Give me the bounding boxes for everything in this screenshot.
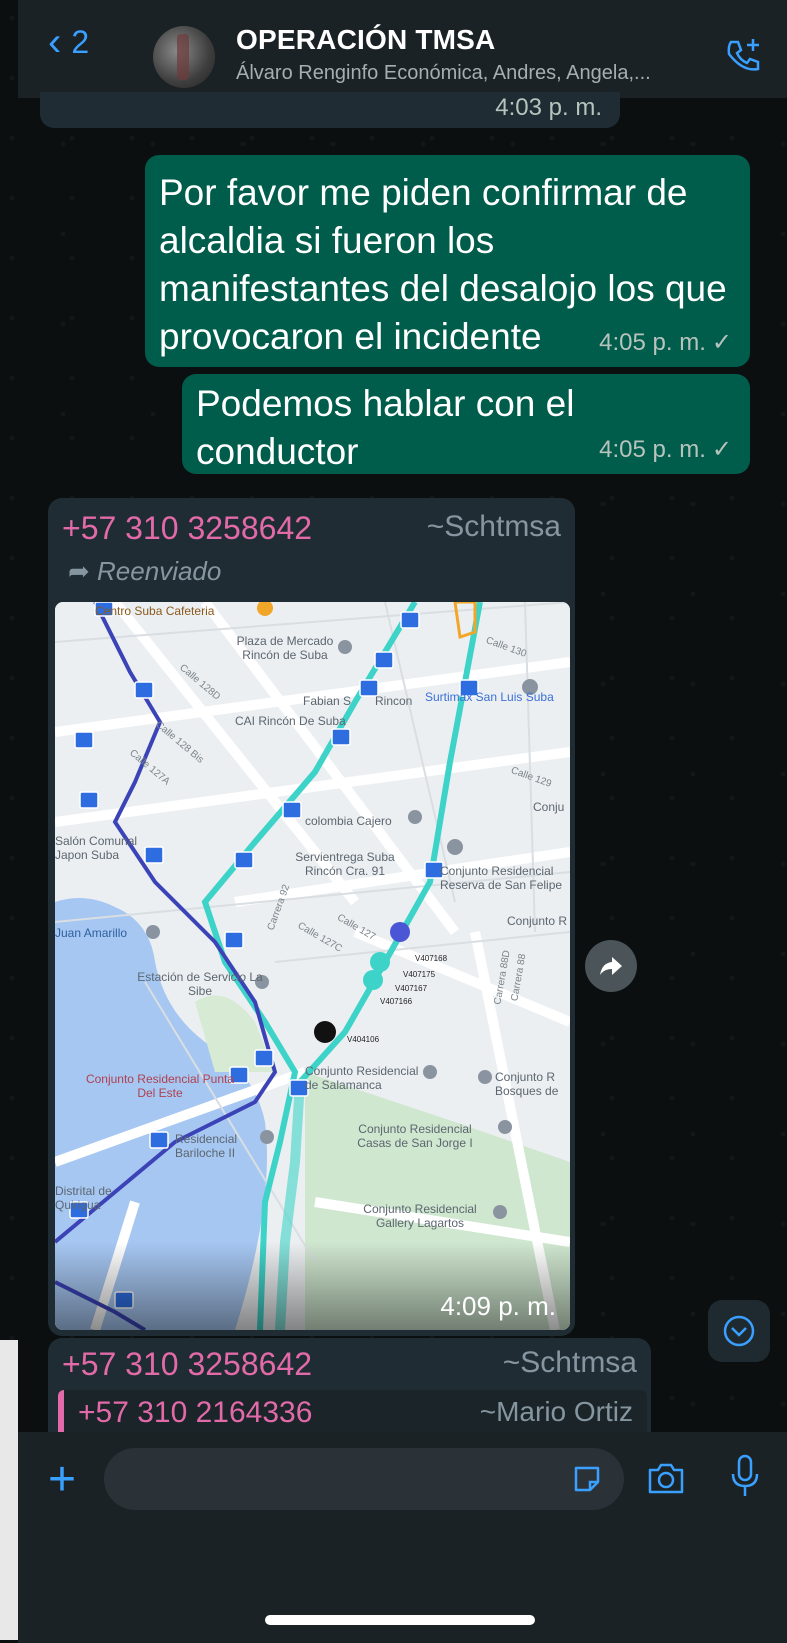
message-time: 4:03 p. m.: [495, 94, 602, 121]
quoted-alias: ~Mario Ortiz: [479, 1396, 633, 1427]
forwarded-text: Reenviado: [97, 556, 222, 586]
sender-phone[interactable]: +57 310 3258642: [62, 510, 312, 547]
map-label: Conju: [533, 800, 565, 814]
camera-icon[interactable]: [646, 1460, 686, 1496]
quoted-message[interactable]: +57 310 2164336 ~Mario Ortiz: [58, 1390, 647, 1434]
map-labels: Centro Suba Cafeteria Plaza de Mercado R…: [55, 602, 570, 1330]
scroll-to-bottom-button[interactable]: [708, 1300, 770, 1362]
message-bubble-outgoing[interactable]: Por favor me piden confirmar de alcaldia…: [145, 155, 750, 367]
street-label: Calle 128 Bis: [153, 719, 206, 766]
street-label: Carrera 88: [509, 953, 529, 1002]
map-label: Conjunto Residencial Casas de San Jorge …: [357, 1122, 473, 1150]
street-label: Calle 127: [335, 912, 378, 943]
message-bubble-outgoing[interactable]: Podemos hablar con el conductor 4:05 p. …: [182, 374, 750, 474]
map-label: Conjunto Residencial Reserva de San Feli…: [440, 864, 563, 892]
message-time: 4:09 p. m.: [440, 1291, 556, 1321]
map-label: Estación de Servicio La Sibe: [137, 970, 263, 998]
chat-header: ‹ 2 OPERACIÓN TMSA Álvaro Renginfo Econó…: [18, 0, 787, 98]
map-label: Centro Suba Cafeteria: [95, 604, 215, 618]
map-label: Conjunto R: [507, 914, 568, 928]
vehicle-id: V407168: [415, 954, 448, 963]
back-button[interactable]: ‹ 2: [48, 22, 89, 62]
message-time: 4:05 p. m. ✓: [599, 435, 732, 464]
street-label: Calle 127A: [127, 747, 172, 788]
sent-check-icon: ✓: [711, 436, 732, 463]
map-label: Rincon: [375, 694, 413, 708]
attach-plus-icon[interactable]: +: [48, 1452, 76, 1507]
map-label: Conjunto Residencial Punta Del Este: [85, 1072, 235, 1100]
group-avatar[interactable]: [153, 26, 215, 88]
map-label: Plaza de Mercado Rincón de Suba: [236, 634, 334, 662]
quoted-sender: +57 310 2164336: [78, 1396, 313, 1429]
map-label: Servientrega Suba Rincón Cra. 91: [295, 850, 395, 878]
unread-count: 2: [71, 23, 90, 60]
sender-alias: ~Schtmsa: [502, 1346, 637, 1379]
map-label: colombia Cajero: [305, 814, 392, 828]
add-call-icon[interactable]: [723, 36, 763, 76]
background-strip: [0, 1340, 18, 1640]
map-label: Surtimax San Luis Suba: [425, 690, 554, 704]
group-members: Álvaro Renginfo Económica, Andres, Angel…: [236, 62, 651, 84]
microphone-icon[interactable]: [730, 1454, 760, 1498]
map-image[interactable]: Centro Suba Cafeteria Plaza de Mercado R…: [55, 602, 570, 1330]
map-label: Residencial Bariloche II: [175, 1132, 238, 1160]
map-label: Fabian S: [303, 694, 352, 708]
vehicle-id: V407175: [403, 970, 436, 979]
street-label: Calle 129: [509, 765, 553, 790]
sender-alias: ~Schtmsa: [426, 510, 561, 543]
message-time: 4:05 p. m. ✓: [599, 328, 732, 357]
map-label: Conjunto Residencial Gallery Lagartos: [363, 1202, 477, 1230]
vehicle-id: V407167: [395, 984, 428, 993]
map-label: Salón Comunal Japon Suba: [55, 834, 138, 862]
forward-arrow-icon: ➦: [68, 556, 90, 586]
home-indicator: [265, 1615, 535, 1625]
forwarded-label: ➦ Reenviado: [68, 556, 221, 587]
vehicle-id: V404106: [347, 1035, 380, 1044]
map-label: Conjunto Residencial de Salamanca: [305, 1064, 419, 1092]
map-label: Distrital de Quirigua: [55, 1184, 112, 1212]
message-composer: +: [18, 1432, 787, 1643]
message-time-text: 4:05 p. m.: [599, 329, 706, 356]
sticker-icon[interactable]: [570, 1462, 604, 1496]
forward-button[interactable]: [585, 940, 637, 992]
group-info[interactable]: OPERACIÓN TMSA Álvaro Renginfo Económica…: [236, 24, 651, 85]
vehicle-id: V407166: [380, 997, 413, 1006]
street-label: Calle 130: [484, 635, 528, 660]
group-title: OPERACIÓN TMSA: [236, 24, 496, 55]
sent-check-icon: ✓: [711, 329, 732, 356]
street-label: Calle 127C: [295, 920, 344, 955]
message-bubble-incoming[interactable]: +57 310 3258642 ~Schtmsa +57 310 2164336…: [48, 1338, 651, 1434]
map-label: Conjunto R Bosques de: [495, 1070, 559, 1098]
street-label: Calle 128D: [177, 662, 223, 703]
message-input[interactable]: [104, 1448, 624, 1510]
message-time-text: 4:05 p. m.: [599, 436, 706, 463]
sender-phone[interactable]: +57 310 3258642: [62, 1346, 312, 1383]
map-label: Juan Amarillo: [55, 926, 128, 940]
map-label: CAI Rincón De Suba: [235, 714, 346, 728]
street-label: Carrera 92: [265, 883, 293, 932]
message-bubble-incoming[interactable]: 4:03 p. m.: [40, 92, 620, 128]
chevron-left-icon: ‹: [48, 20, 62, 64]
chevron-down-icon: [723, 1315, 755, 1347]
forward-icon: [600, 957, 622, 975]
